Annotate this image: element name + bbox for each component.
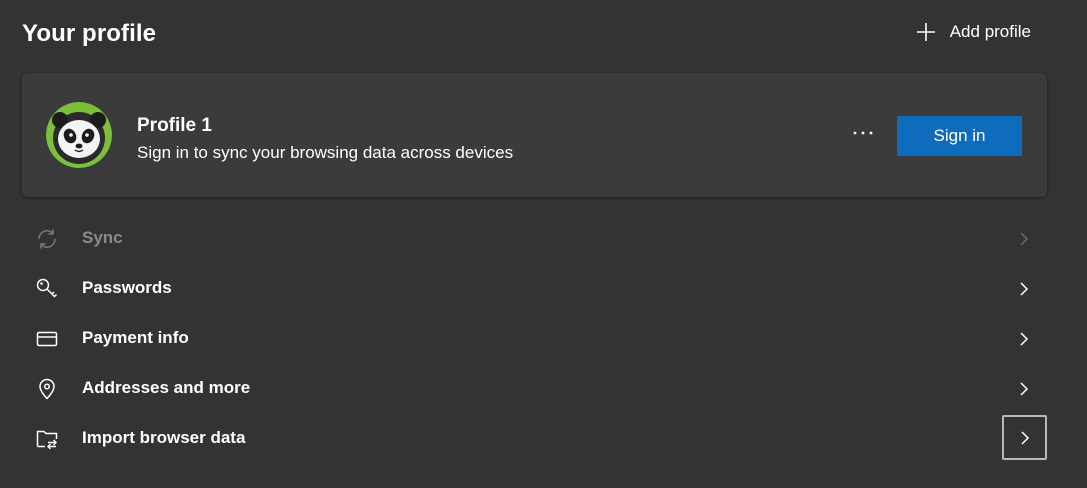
menu-item-label: Import browser data (82, 428, 246, 447)
more-icon (853, 131, 873, 135)
plus-icon (916, 22, 936, 42)
profile-name: Profile 1 (137, 115, 212, 136)
sign-in-button[interactable]: Sign in (897, 116, 1022, 156)
menu-item-addresses[interactable]: Addresses and more (0, 364, 1087, 414)
menu-item-label: Passwords (82, 278, 172, 297)
card-icon (34, 326, 60, 352)
import-folder-icon (34, 426, 60, 452)
chevron-right-icon (1012, 327, 1036, 351)
menu-item-passwords[interactable]: Passwords (0, 264, 1087, 314)
menu-item-label: Payment info (82, 328, 189, 347)
page-header: Your profile Add profile (22, 18, 1047, 54)
key-icon (34, 276, 60, 302)
sync-icon (34, 226, 60, 252)
profile-menu: Sync Passwords Payment info Addresses an… (0, 214, 1087, 464)
add-profile-label: Add profile (949, 22, 1031, 41)
profile-settings-page: Your profile Add profile Profile 1 Sign … (0, 0, 1087, 488)
menu-item-label: Addresses and more (82, 378, 251, 397)
menu-item-label: Sync (82, 228, 123, 247)
menu-item-import-browser-data[interactable]: Import browser data (0, 414, 1087, 464)
menu-item-sync[interactable]: Sync (0, 214, 1087, 264)
chevron-right-icon (1012, 277, 1036, 301)
menu-item-payment-info[interactable]: Payment info (0, 314, 1087, 364)
add-profile-button[interactable]: Add profile (916, 22, 1031, 42)
chevron-right-icon (1012, 377, 1036, 401)
more-options-button[interactable] (848, 121, 878, 145)
location-pin-icon (34, 376, 60, 402)
chevron-right-icon[interactable] (1002, 415, 1047, 460)
profile-card: Profile 1 Sign in to sync your browsing … (22, 73, 1047, 197)
page-title: Your profile (22, 20, 157, 47)
panda-avatar (46, 102, 112, 168)
chevron-right-icon (1012, 227, 1036, 251)
profile-subtitle: Sign in to sync your browsing data acros… (137, 143, 514, 162)
